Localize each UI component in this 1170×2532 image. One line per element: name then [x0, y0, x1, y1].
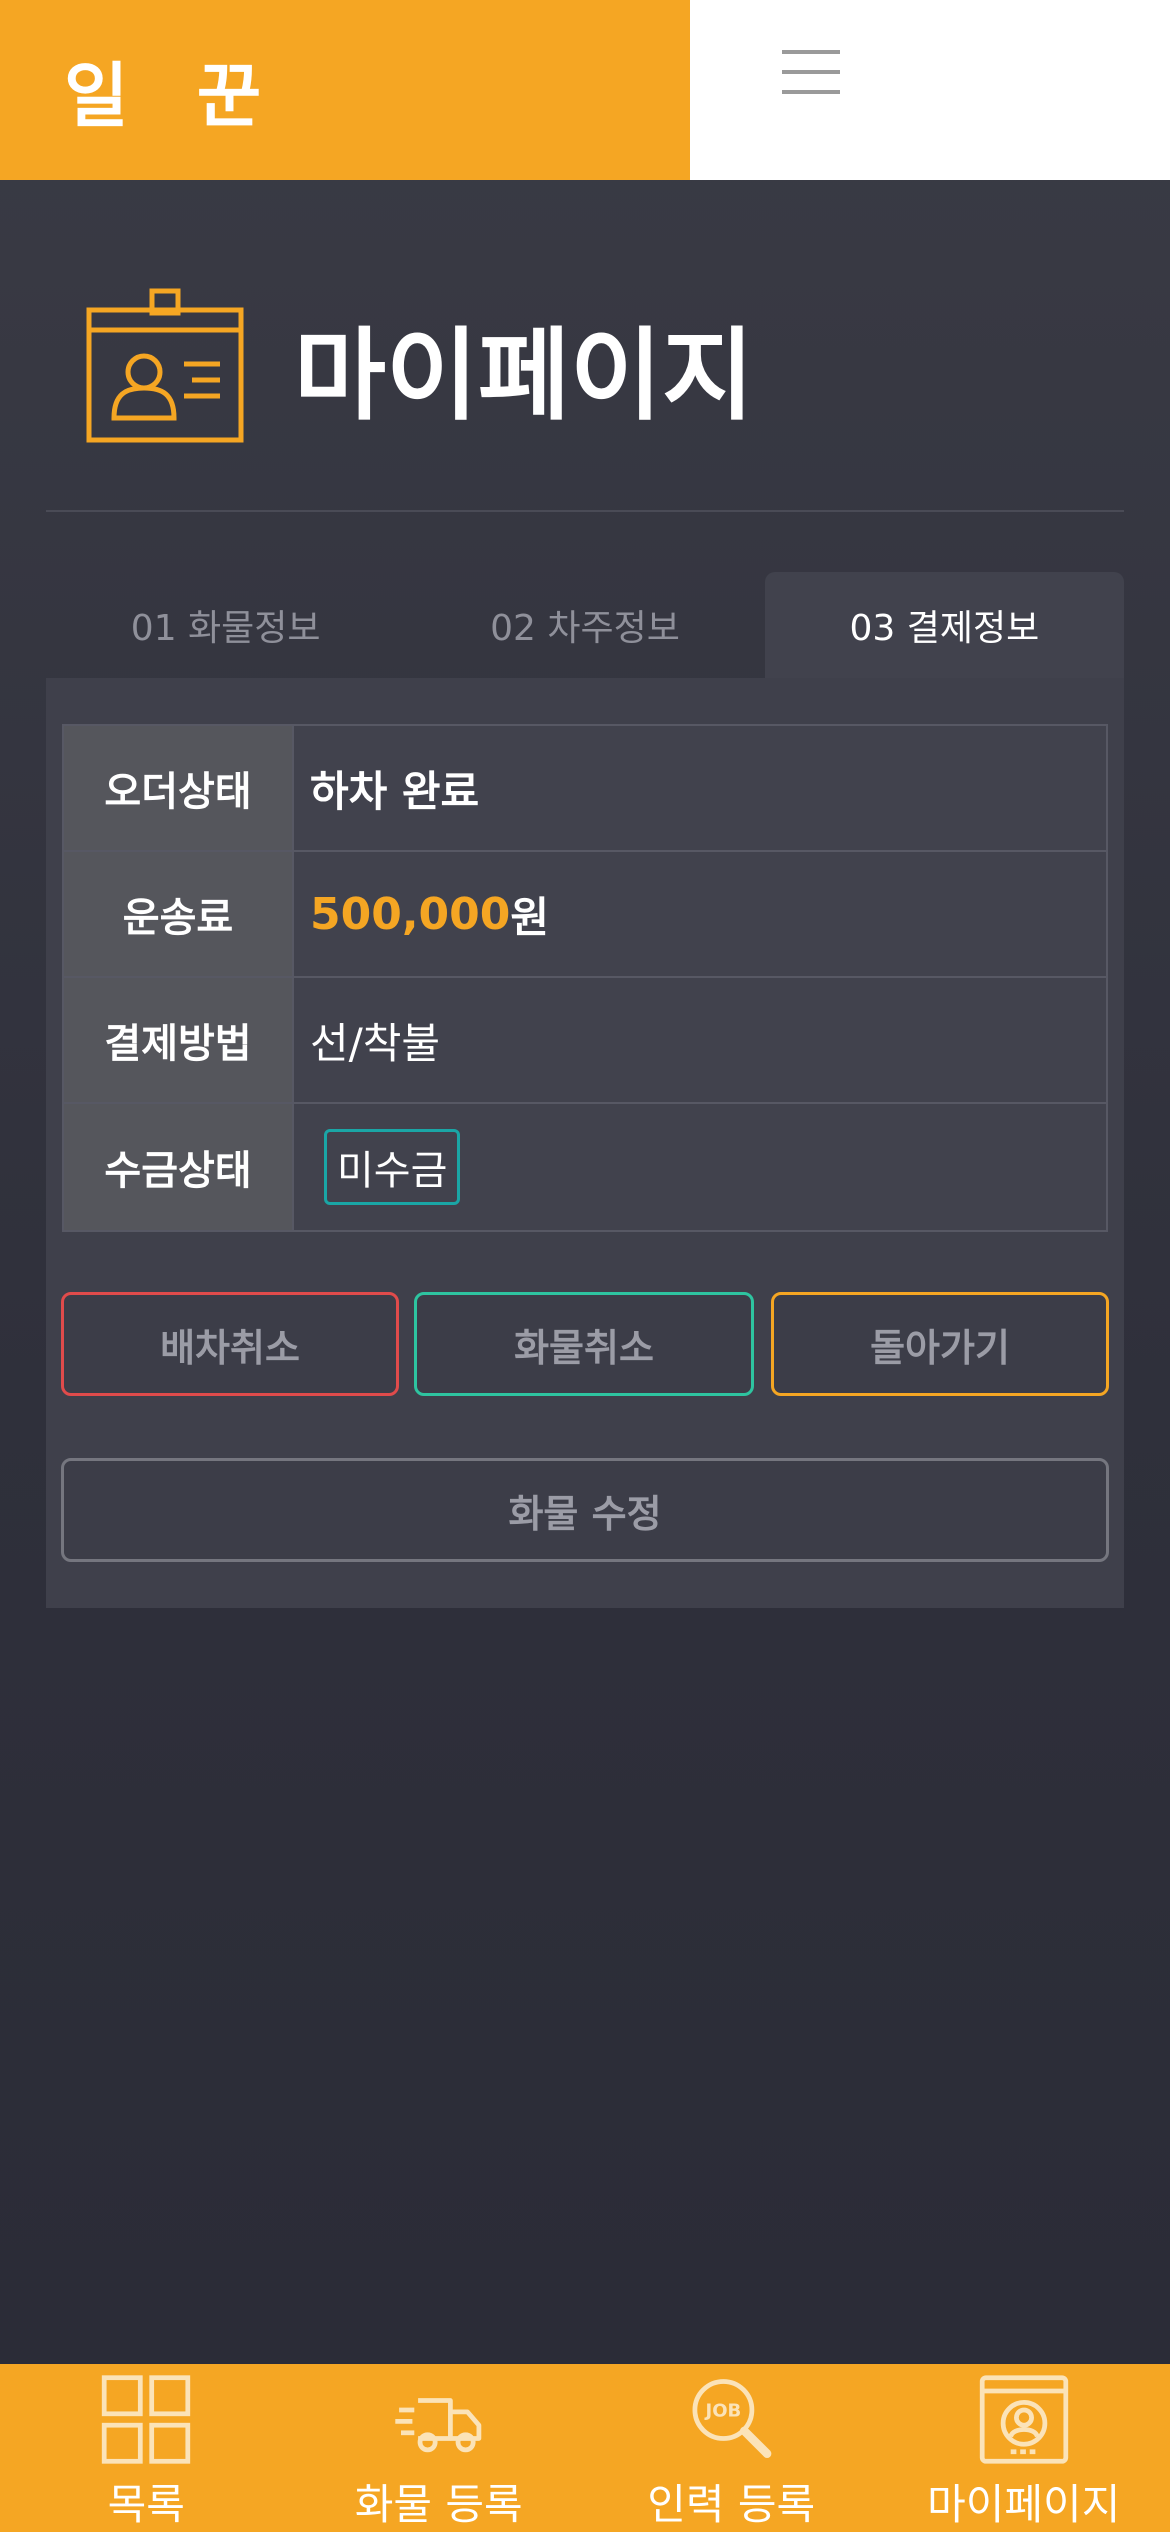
method-value: 선/착불: [294, 978, 1106, 1102]
cancel-dispatch-button[interactable]: 배차취소: [61, 1292, 399, 1396]
fee-value: 500,000 원: [294, 852, 1106, 976]
method-label: 결제방법: [64, 978, 294, 1102]
nav-item-worker-register[interactable]: JOB 인력 등록: [585, 2364, 878, 2532]
title-divider: [46, 510, 1124, 512]
id-card-icon: [86, 288, 244, 443]
tab-owner-info[interactable]: 02 차주정보: [405, 572, 764, 678]
collection-label: 수금상태: [64, 1104, 294, 1230]
tab-cargo-info[interactable]: 01 화물정보: [46, 572, 405, 678]
order-status-value: 하차 완료: [294, 726, 1106, 850]
nav-item-list[interactable]: 목록: [0, 2364, 293, 2532]
grid-icon: [102, 2375, 191, 2464]
collection-value: 미수금: [294, 1104, 1106, 1230]
nav-item-mypage[interactable]: 마이페이지: [878, 2364, 1170, 2532]
nav-item-cargo-register[interactable]: 화물 등록: [293, 2364, 586, 2532]
page-header: 마이페이지: [86, 286, 754, 446]
table-row: 오더상태 하차 완료: [64, 726, 1106, 852]
app-header: 일 꾼: [0, 0, 1170, 180]
tab-payment-info[interactable]: 03 결제정보: [764, 572, 1124, 678]
nav-label-list: 목록: [107, 2480, 185, 2529]
tab-bar: 01 화물정보 02 차주정보 03 결제정보: [46, 572, 1124, 678]
hamburger-icon[interactable]: [782, 48, 840, 96]
fee-label: 운송료: [64, 852, 294, 976]
svg-text:JOB: JOB: [704, 2401, 742, 2422]
back-button[interactable]: 돌아가기: [771, 1292, 1109, 1396]
table-row: 운송료 500,000 원: [64, 852, 1106, 978]
cancel-cargo-button[interactable]: 화물취소: [414, 1292, 754, 1396]
truck-icon: [395, 2398, 482, 2453]
brand-area: 일 꾼: [0, 0, 690, 180]
brand-logo-text[interactable]: 일 꾼: [64, 40, 283, 141]
nav-label-cargo-register: 화물 등록: [354, 2480, 523, 2529]
order-status-label: 오더상태: [64, 726, 294, 850]
page-title: 마이페이지: [294, 316, 754, 434]
edit-cargo-button[interactable]: 화물 수정: [61, 1458, 1109, 1562]
nav-label-worker-register: 인력 등록: [647, 2480, 816, 2529]
menu-area: [690, 0, 1170, 180]
nav-label-mypage: 마이페이지: [927, 2480, 1121, 2529]
job-search-icon: JOB: [692, 2379, 772, 2458]
table-row: 수금상태 미수금: [64, 1104, 1106, 1230]
profile-icon: [979, 2375, 1068, 2464]
payment-table: 오더상태 하차 완료 운송료 500,000 원 결제방법 선/착불 수금상태 미…: [62, 724, 1108, 1232]
payment-panel: 오더상태 하차 완료 운송료 500,000 원 결제방법 선/착불 수금상태 미…: [46, 678, 1124, 1608]
fee-amount: 500,000: [310, 888, 511, 940]
table-row: 결제방법 선/착불: [64, 978, 1106, 1104]
status-badge: 미수금: [324, 1129, 461, 1205]
fee-unit: 원: [510, 892, 550, 942]
bottom-nav: 목록 화물 등록 JOB 인력 등록 마이페이지: [0, 2364, 1170, 2532]
